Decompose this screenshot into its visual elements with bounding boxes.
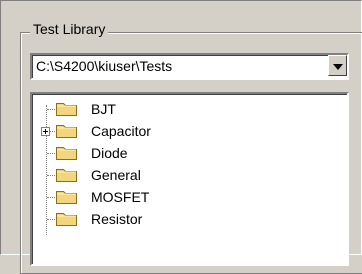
- tree-item-label: General: [91, 167, 141, 183]
- tree-item-label: BJT: [91, 101, 116, 117]
- library-path-combobox[interactable]: C:\S4200\kiuser\Tests: [30, 53, 349, 80]
- dropdown-button[interactable]: [328, 55, 347, 76]
- tree-branch-line: [47, 109, 55, 110]
- folder-icon: [56, 213, 77, 226]
- folder-icon: [56, 169, 77, 182]
- folder-icon: [56, 103, 77, 116]
- tree-branch-line: [47, 219, 55, 220]
- folder-icon: [56, 191, 77, 204]
- tree-branch-line: [47, 175, 55, 176]
- library-path-value: C:\S4200\kiuser\Tests: [36, 58, 173, 74]
- tree-branch-line: [47, 153, 55, 154]
- tree-branch-line: [50, 131, 55, 132]
- tree-branch-line: [47, 197, 55, 198]
- chevron-down-icon: [333, 64, 343, 70]
- group-title: Test Library: [30, 21, 109, 37]
- tree-item-label: MOSFET: [91, 189, 150, 205]
- tree-vertical-connector: [46, 105, 47, 235]
- expand-plus-icon[interactable]: [41, 127, 50, 136]
- tree-item-label: Resistor: [91, 211, 143, 227]
- folder-icon: [56, 147, 77, 160]
- test-library-tree[interactable]: BJT Capacitor Diode General MOSFET Resis…: [30, 92, 349, 266]
- tree-item-label: Diode: [91, 145, 128, 161]
- tree-item-label: Capacitor: [91, 123, 151, 139]
- folder-icon: [56, 125, 77, 138]
